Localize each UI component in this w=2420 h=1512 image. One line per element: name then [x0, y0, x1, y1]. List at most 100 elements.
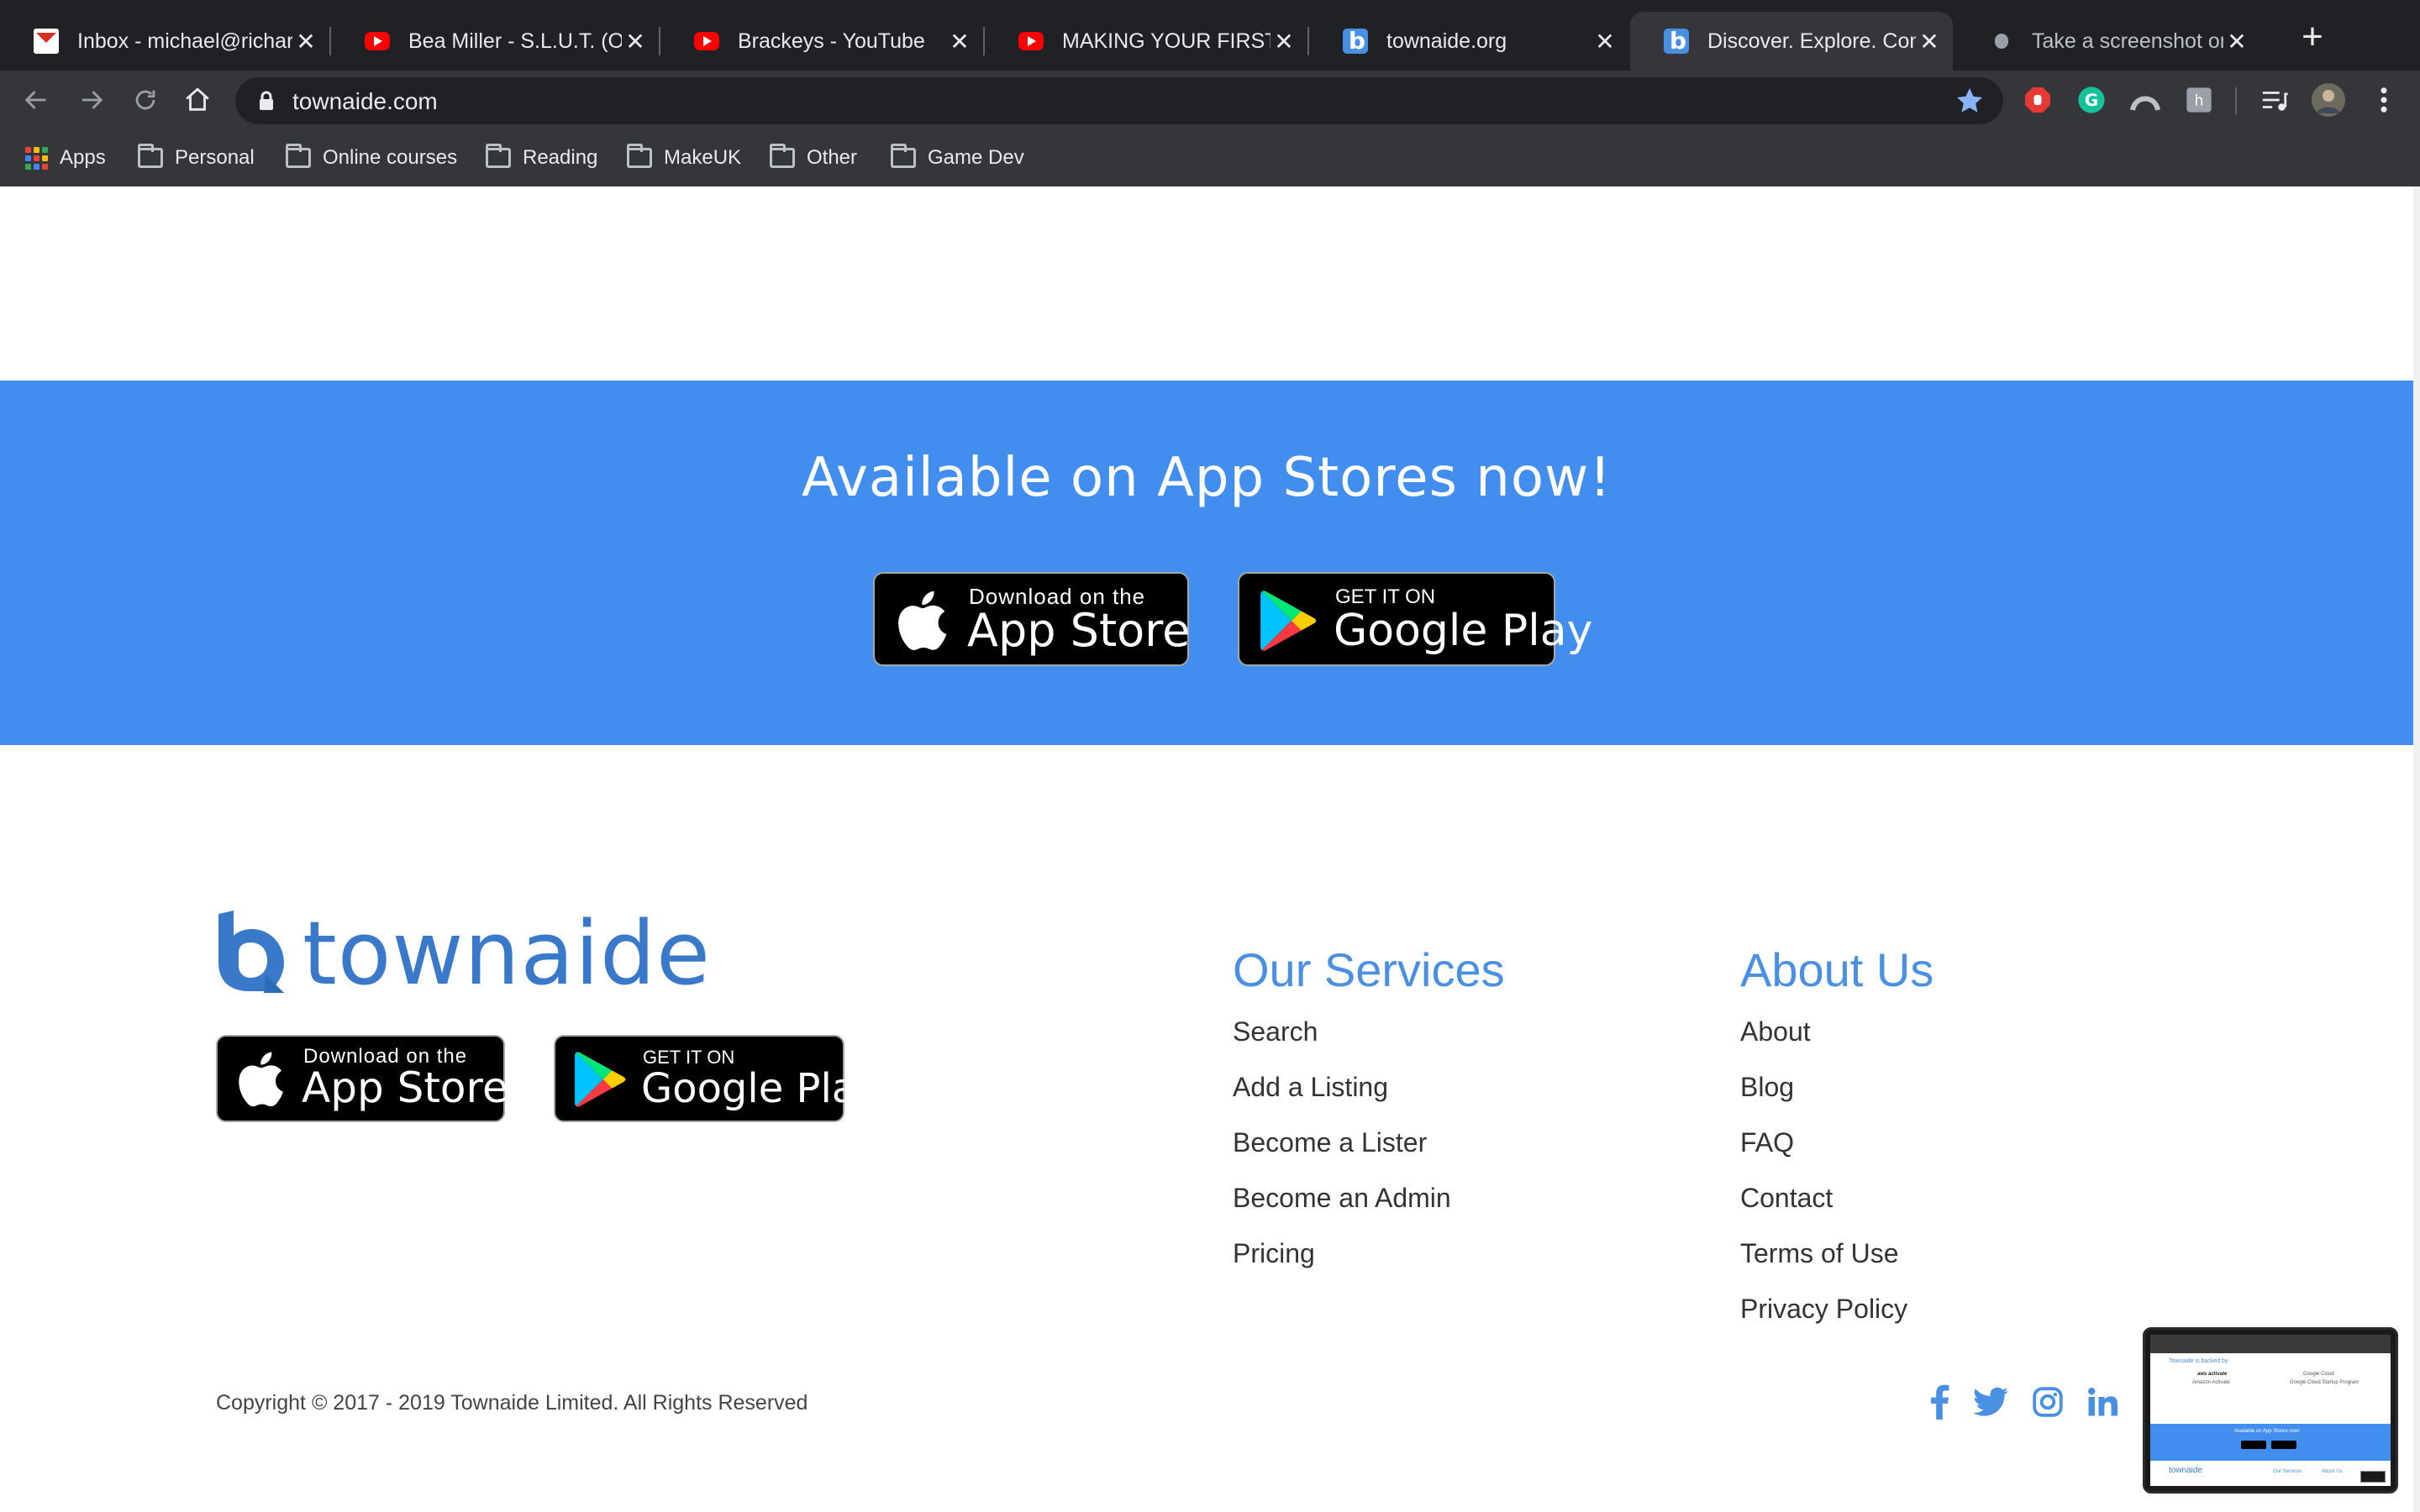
- grammarly-extension-icon[interactable]: G: [2074, 82, 2109, 118]
- instagram-icon[interactable]: [2032, 1386, 2064, 1422]
- bookmark-personal[interactable]: Personal: [138, 141, 255, 175]
- thumbnail-about: About Us: [2322, 1469, 2343, 1474]
- youtube-icon: [694, 32, 719, 50]
- apple-icon: [898, 591, 947, 651]
- thumbnail-nested-preview: [2360, 1471, 2386, 1483]
- badge-big-text: Google Play: [1334, 606, 1593, 656]
- tab-making-first-level[interactable]: MAKING YOUR FIRST LEVEL ✕: [985, 12, 1307, 71]
- thumbnail-page: Townaide is backed by aws activate Amazo…: [2150, 1353, 2391, 1486]
- bookmark-apps[interactable]: Apps: [25, 141, 106, 175]
- banner-app-store-badge[interactable]: Download on the App Store: [873, 572, 1191, 666]
- screenshot-thumbnail-preview[interactable]: Townaide is backed by aws activate Amazo…: [2143, 1327, 2398, 1494]
- web-page: Available on App Stores now! Download on…: [0, 186, 2413, 1512]
- close-icon[interactable]: ✕: [2223, 28, 2250, 55]
- bookmark-star-icon[interactable]: [1954, 86, 1985, 116]
- honey-extension-icon[interactable]: h: [2181, 82, 2217, 118]
- footer-link-pricing[interactable]: Pricing: [1233, 1238, 1451, 1294]
- close-icon[interactable]: ✕: [292, 28, 319, 55]
- apple-icon: [239, 1052, 283, 1107]
- footer-link-search[interactable]: Search: [1233, 1016, 1451, 1072]
- badge-big-text: App Store: [967, 604, 1191, 657]
- badge-big-text: Google Play: [641, 1065, 881, 1112]
- bookmark-label: Apps: [60, 146, 106, 169]
- footer-link-privacy[interactable]: Privacy Policy: [1740, 1294, 1907, 1349]
- thumbnail-app-store-badge: [2241, 1441, 2266, 1449]
- thumbnail-backed-by: Townaide is backed by: [2169, 1358, 2228, 1364]
- bookmark-label: Other: [807, 146, 858, 169]
- new-tab-button[interactable]: +: [2292, 17, 2333, 57]
- profile-avatar[interactable]: [2311, 82, 2346, 118]
- townaide-icon: [1343, 27, 1368, 55]
- thumbnail-browser-bar: [2150, 1335, 2391, 1353]
- thumbnail-sponsor-2-caption: Google Cloud Startup Program: [2290, 1380, 2360, 1385]
- footer-link-contact[interactable]: Contact: [1740, 1183, 1907, 1238]
- arrow-left-icon: [24, 91, 46, 109]
- bookmark-label: Game Dev: [928, 146, 1024, 169]
- folder-icon: [486, 144, 511, 168]
- tab-title: Inbox - michael@richardsonenterprise: [77, 29, 292, 53]
- copyright-text: Copyright © 2017 - 2019 Townaide Limited…: [216, 1391, 808, 1415]
- footer-google-play-badge[interactable]: GET IT ON Google Play: [554, 1035, 881, 1122]
- close-icon[interactable]: ✕: [622, 28, 649, 55]
- folder-icon: [138, 144, 163, 168]
- forward-button[interactable]: [71, 79, 113, 121]
- footer-link-become-admin[interactable]: Become an Admin: [1233, 1183, 1451, 1238]
- townaide-icon: [1664, 27, 1689, 55]
- home-button[interactable]: [176, 79, 218, 121]
- folder-icon: [891, 144, 916, 168]
- tab-bea-miller[interactable]: Bea Miller - S.L.U.T. (Official ✕: [331, 12, 659, 71]
- adblock-extension-icon[interactable]: [2020, 82, 2055, 118]
- banner-google-play-badge[interactable]: GET IT ON Google Play: [1238, 572, 1592, 666]
- bookmark-online-courses[interactable]: Online courses: [286, 141, 457, 175]
- reload-button[interactable]: [124, 79, 166, 121]
- services-heading: Our Services: [1233, 943, 1505, 996]
- tab-discover-active[interactable]: Discover. Explore. Connect. ✕: [1630, 12, 1953, 71]
- bookmark-reading[interactable]: Reading: [486, 141, 597, 175]
- footer-link-add-listing[interactable]: Add a Listing: [1233, 1072, 1451, 1127]
- footer-link-blog[interactable]: Blog: [1740, 1072, 1907, 1127]
- back-button[interactable]: [15, 79, 57, 121]
- media-queue-icon[interactable]: [2257, 82, 2292, 118]
- thumbnail-sponsor-2: Google Cloud: [2303, 1372, 2334, 1377]
- services-links: Search Add a Listing Become a Lister Bec…: [1233, 1016, 1451, 1294]
- bookmark-makeuk[interactable]: MakeUK: [627, 141, 741, 175]
- bookmark-label: Reading: [523, 146, 598, 169]
- townaide-logo[interactable]: townaide: [215, 902, 710, 1005]
- tab-inbox[interactable]: Inbox - michael@richardsonenterprise ✕: [0, 12, 329, 71]
- address-bar[interactable]: townaide.com: [235, 77, 2003, 124]
- lock-icon: [260, 91, 273, 110]
- twitter-icon[interactable]: [1973, 1387, 2008, 1421]
- bookmarks-bar: Apps Personal Online courses Reading Mak…: [0, 129, 2420, 186]
- browser-toolbar: townaide.com G h: [0, 71, 2420, 129]
- close-icon[interactable]: ✕: [1270, 28, 1297, 55]
- vpn-extension-icon[interactable]: [2128, 82, 2163, 118]
- tab-brackeys[interactable]: Brackeys - YouTube ✕: [660, 12, 983, 71]
- tab-townaide-org[interactable]: townaide.org ✕: [1309, 12, 1628, 71]
- google-play-icon: [1260, 591, 1317, 651]
- logo-wordmark: townaide: [302, 902, 712, 1005]
- youtube-icon: [365, 32, 390, 50]
- app-store-banner: [0, 381, 2413, 745]
- close-icon[interactable]: ✕: [946, 28, 973, 55]
- tab-strip: Inbox - michael@richardsonenterprise ✕ B…: [0, 0, 2420, 71]
- kebab-menu-icon[interactable]: [2366, 82, 2402, 118]
- footer-link-terms[interactable]: Terms of Use: [1740, 1238, 1907, 1294]
- banner-heading: Available on App Stores now!: [801, 447, 1612, 509]
- footer-link-about[interactable]: About: [1740, 1016, 1907, 1072]
- bookmark-label: Online courses: [323, 146, 458, 169]
- linkedin-icon[interactable]: [2087, 1387, 2118, 1421]
- footer-link-become-lister[interactable]: Become a Lister: [1233, 1127, 1451, 1183]
- facebook-icon[interactable]: [1929, 1384, 1949, 1424]
- thumbnail-banner: Available on App Stores now!: [2150, 1424, 2391, 1461]
- tab-mac-screenshot[interactable]: Take a screenshot on your Mac ✕: [1954, 12, 2260, 71]
- footer-app-store-badge[interactable]: Download on the App Store: [216, 1035, 508, 1122]
- bookmark-game-dev[interactable]: Game Dev: [891, 141, 1024, 175]
- bookmark-label: MakeUK: [664, 146, 742, 169]
- google-play-icon: [575, 1052, 626, 1107]
- footer-link-faq[interactable]: FAQ: [1740, 1127, 1907, 1183]
- close-icon[interactable]: ✕: [1591, 28, 1618, 55]
- bookmark-other[interactable]: Other: [770, 141, 857, 175]
- page-scrollbar[interactable]: [2413, 186, 2420, 1512]
- thumbnail-sponsor-1-caption: Amazon Activate: [2192, 1380, 2230, 1385]
- close-icon[interactable]: ✕: [1916, 28, 1943, 55]
